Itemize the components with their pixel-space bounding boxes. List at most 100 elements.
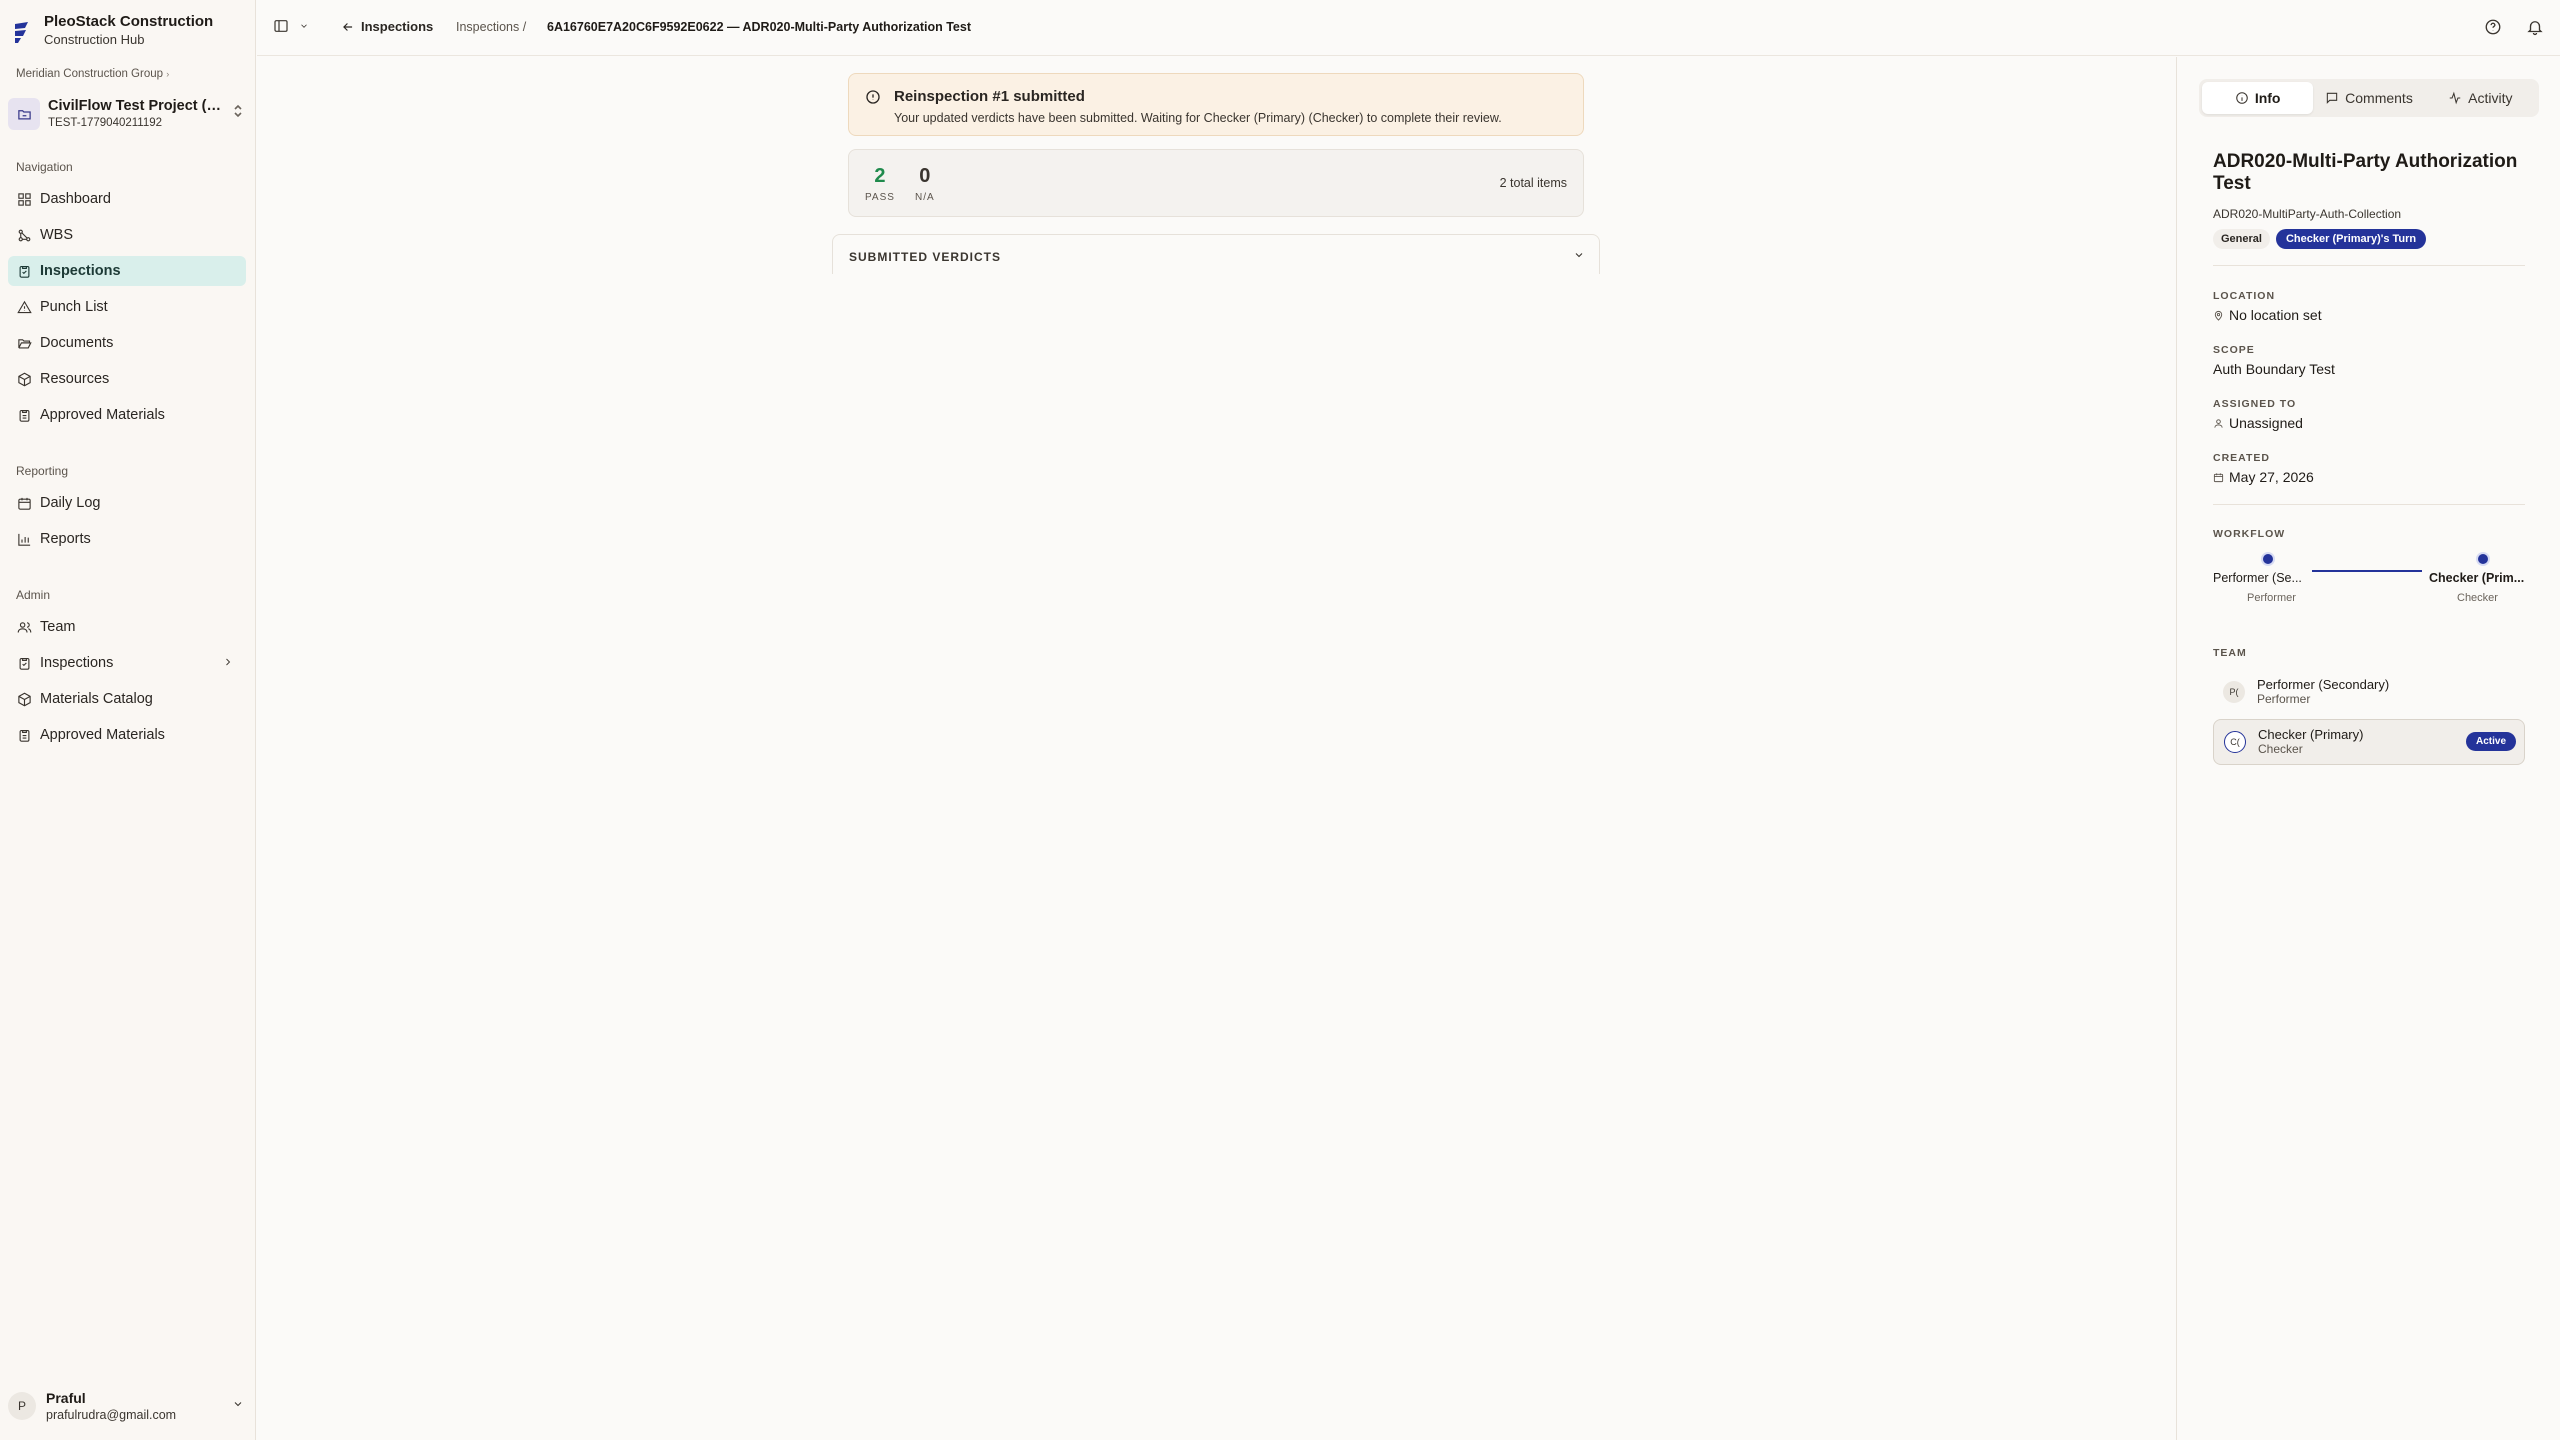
sidebar-item-inspections[interactable]: Inspections — [8, 256, 246, 286]
sidebar-item-team[interactable]: Team — [8, 612, 246, 642]
workflow-step-performer-name: Performer (Se... — [2213, 571, 2302, 585]
workflow-connector — [2312, 570, 2422, 572]
sidebar-item-documents[interactable]: Documents — [8, 328, 246, 358]
sidebar-item-materials-catalog[interactable]: Materials Catalog — [8, 684, 246, 714]
assigned-label: ASSIGNED TO — [2213, 398, 2297, 410]
user-icon — [2214, 418, 2223, 428]
chevron-right-icon — [226, 658, 231, 666]
tab-comments[interactable]: Comments — [2313, 82, 2424, 114]
sidebar-item-label: Inspections — [40, 263, 121, 279]
sidebar-item-daily-log[interactable]: Daily Log — [8, 488, 246, 518]
sidebar-item-label: Punch List — [40, 299, 108, 315]
brand[interactable]: PleoStack Construction Construction Hub — [12, 12, 213, 48]
breadcrumb-current: 6A16760E7A20C6F9592E0622 — ADR020-Multi-… — [547, 20, 971, 34]
scope-label: SCOPE — [2213, 344, 2255, 356]
org-breadcrumb[interactable]: Meridian Construction Group › — [16, 68, 169, 80]
org-name: Meridian Construction Group — [16, 68, 164, 80]
user-name: Praful — [46, 1390, 86, 1406]
chevron-down-icon — [301, 24, 307, 28]
details-panel: Info Comments Activity ADR020-Multi-Part… — [2176, 57, 2560, 1440]
stat-pass: 2 PASS — [865, 164, 895, 203]
sidebar-item-admin-approved-materials[interactable]: Approved Materials — [8, 720, 246, 750]
tab-info[interactable]: Info — [2202, 82, 2314, 114]
bell-icon[interactable] — [2526, 18, 2544, 36]
workflow-step-performer-role: Performer — [2247, 592, 2296, 604]
submitted-verdicts-toggle[interactable]: SUBMITTED VERDICTS — [832, 234, 1600, 274]
chevron-down-icon — [1575, 253, 1583, 258]
workflow-step-checker-role: Checker — [2457, 592, 2498, 604]
created-label: CREATED — [2213, 452, 2270, 464]
breadcrumb-parent[interactable]: Inspections / — [456, 20, 526, 34]
clipboard-check-icon — [19, 657, 30, 670]
package-icon — [18, 372, 31, 386]
sidebar-toggle-button[interactable] — [273, 18, 309, 34]
user-menu[interactable]: P Praful prafulrudra@gmail.com — [8, 1386, 248, 1426]
sidebar-item-resources[interactable]: Resources — [8, 364, 246, 394]
clipboard-list-icon — [19, 729, 30, 742]
folder-icon — [8, 98, 40, 130]
member-role: Checker — [2258, 742, 2303, 756]
member-name: Checker (Primary) — [2258, 727, 2364, 742]
top-header: Inspections Inspections / 6A16760E7A20C6… — [257, 0, 2560, 56]
tab-comments-label: Comments — [2345, 90, 2413, 106]
inspection-title: ADR020-Multi-Party Authorization Test — [2213, 151, 2518, 194]
member-name: Performer (Secondary) — [2257, 677, 2390, 692]
assigned-text: Unassigned — [2229, 415, 2303, 431]
nav-section-reporting: Reporting — [16, 464, 69, 478]
tab-activity-label: Activity — [2468, 90, 2513, 106]
team-label: TEAM — [2213, 647, 2247, 659]
tab-activity[interactable]: Activity — [2425, 82, 2536, 114]
info-circle-icon — [866, 90, 880, 104]
avatar: P( — [2223, 681, 2245, 703]
sidebar-item-approved-materials[interactable]: Approved Materials — [8, 400, 246, 430]
sidebar-item-label: Reports — [40, 531, 91, 547]
network-icon — [18, 229, 31, 241]
pass-count: 2 — [874, 165, 886, 187]
workflow-step-checker-name: Checker (Prim... — [2429, 571, 2525, 585]
user-email: prafulrudra@gmail.com — [46, 1408, 177, 1422]
created-value: May 27, 2026 — [2213, 469, 2314, 485]
info-icon — [2236, 92, 2248, 104]
stat-na: 0 N/A — [915, 164, 935, 203]
inspection-collection: ADR020-MultiParty-Auth-Collection — [2213, 207, 2402, 221]
sidebar-item-wbs[interactable]: WBS — [8, 220, 246, 250]
tab-info-label: Info — [2254, 90, 2281, 106]
sidebar-item-label: Inspections — [40, 655, 114, 671]
team-member-performer: P( Performer (Secondary) Performer — [2213, 669, 2525, 715]
activity-icon — [2449, 91, 2461, 105]
help-icon[interactable] — [2484, 18, 2502, 36]
map-pin-icon — [2214, 310, 2223, 321]
sidebar-item-label: WBS — [40, 227, 74, 243]
avatar: P — [8, 1392, 36, 1420]
bar-chart-icon — [18, 533, 31, 546]
panel-tabs: Info Comments Activity — [2199, 79, 2539, 117]
sidebar-item-reports[interactable]: Reports — [8, 524, 246, 554]
clipboard-check-icon — [19, 265, 30, 278]
back-button[interactable]: Inspections — [341, 19, 433, 34]
nav-section-admin: Admin — [16, 588, 51, 602]
workflow-label: WORKFLOW — [2213, 528, 2286, 540]
divider — [2213, 504, 2525, 505]
sidebar-item-label: Approved Materials — [40, 727, 165, 743]
sidebar-item-label: Materials Catalog — [40, 691, 153, 707]
back-label: Inspections — [361, 19, 434, 34]
chevron-right-icon: › — [166, 69, 170, 79]
assigned-value: Unassigned — [2213, 415, 2303, 431]
sidebar-item-label: Documents — [40, 335, 114, 351]
member-role: Performer — [2257, 692, 2311, 706]
project-switcher[interactable]: CivilFlow Test Project (U... TEST-177904… — [8, 92, 248, 136]
message-square-icon — [2326, 92, 2338, 104]
category-badge: General — [2213, 229, 2270, 249]
chevrons-up-down-icon — [232, 104, 244, 121]
team-member-checker: C( Checker (Primary) Checker Active — [2213, 719, 2525, 765]
project-code: TEST-1779040211192 — [48, 117, 163, 129]
calendar-icon — [2213, 472, 2224, 482]
turn-status-badge: Checker (Primary)'s Turn — [2275, 229, 2427, 249]
sidebar-item-dashboard[interactable]: Dashboard — [8, 184, 246, 214]
banner-description: Your updated verdicts have been submitte… — [894, 111, 1502, 125]
sidebar-item-punch-list[interactable]: Punch List — [8, 292, 246, 322]
users-icon — [17, 621, 32, 633]
banner-title: Reinspection #1 submitted — [894, 88, 1085, 105]
reinspection-banner: Reinspection #1 submitted Your updated v… — [848, 73, 1584, 136]
sidebar-item-admin-inspections[interactable]: Inspections — [8, 648, 246, 678]
